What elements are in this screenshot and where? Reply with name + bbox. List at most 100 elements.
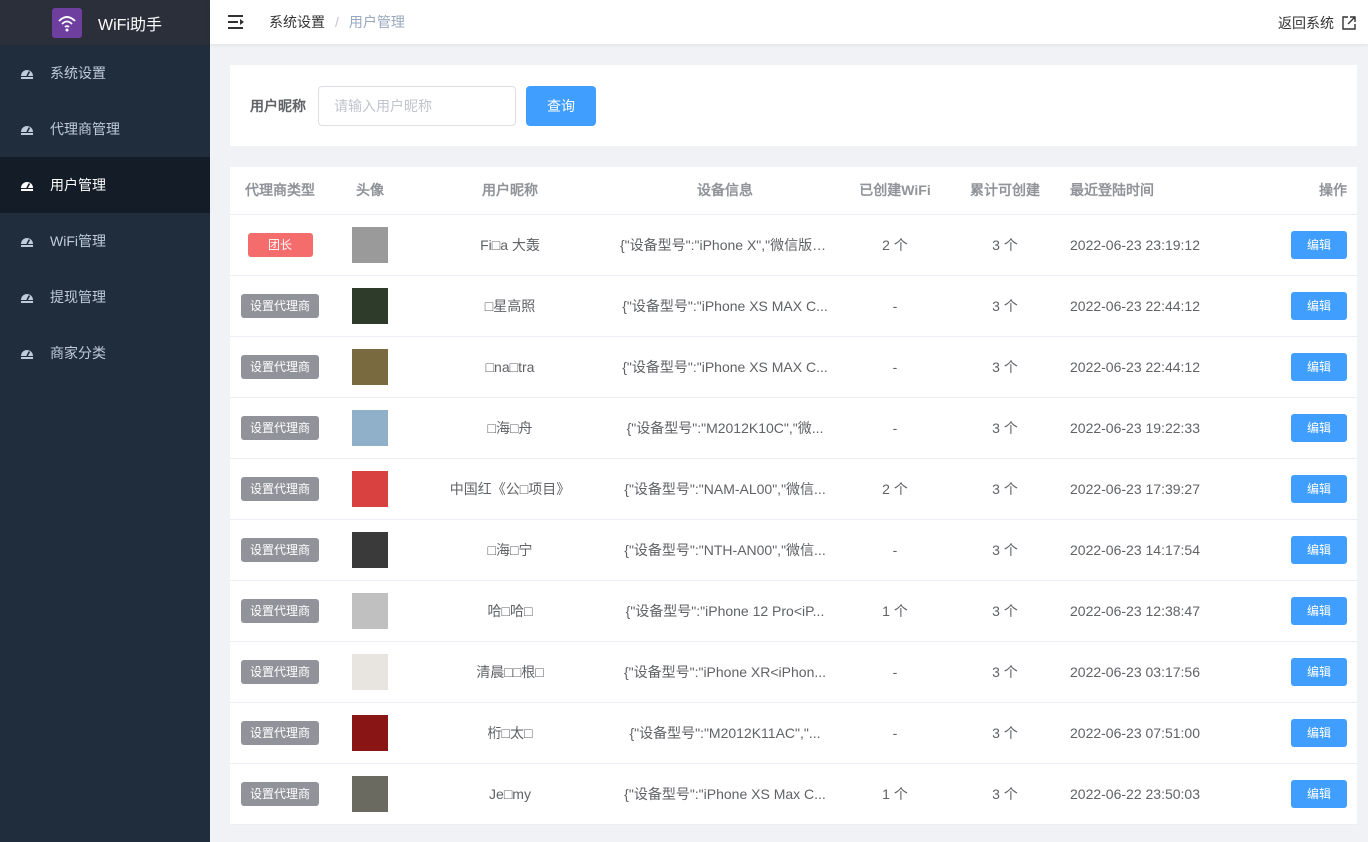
action-cell: 编辑 xyxy=(1240,519,1357,581)
device-info-cell: {"设备型号":"iPhone XS MAX C... xyxy=(610,275,840,337)
table-row: 设置代理商 Je□my {"设备型号":"iPhone XS Max C... 1 个… xyxy=(230,763,1357,825)
edit-button[interactable]: 编辑 xyxy=(1291,535,1347,564)
table-row: 设置代理商 清晨□□根□ {"设备型号":"iPhone XR<iPhon... -3… xyxy=(230,641,1357,703)
set-agent-button[interactable]: 设置代理商 xyxy=(240,598,319,623)
last-login-cell: 2022-06-23 14:17:54 xyxy=(1060,519,1240,581)
breadcrumb-item-current: 用户管理 xyxy=(348,14,405,30)
nickname-cell: Fi□a 大轰 xyxy=(410,214,610,276)
action-cell: 编辑 xyxy=(1240,397,1357,459)
sidebar-item-agent-management[interactable]: 代理商管理 xyxy=(0,101,210,157)
table-row: 设置代理商 □海□舟 {"设备型号":"M2012K10C","微... -3 个 20… xyxy=(230,397,1357,459)
breadcrumb: 系统设置 / 用户管理 xyxy=(269,12,405,32)
set-agent-button[interactable]: 设置代理商 xyxy=(240,293,319,318)
breadcrumb-item-settings[interactable]: 系统设置 xyxy=(269,12,325,32)
last-login-cell: 2022-06-23 22:44:12 xyxy=(1060,275,1240,337)
sidebar-item-wifi-management[interactable]: WiFi管理 xyxy=(0,213,210,269)
wifi-logo-icon xyxy=(52,7,82,38)
total-cell: 3 个 xyxy=(950,763,1060,825)
user-table: 代理商类型 头像 用户昵称 设备信息 已创建WiFi 累计可创建 最近登陆时间 … xyxy=(230,167,1357,825)
last-login-cell: 2022-06-23 19:22:33 xyxy=(1060,397,1240,459)
set-agent-button[interactable]: 设置代理商 xyxy=(240,415,319,440)
col-header-action: 操作 xyxy=(1240,167,1357,215)
action-cell: 编辑 xyxy=(1240,336,1357,398)
created-wifi-cell: - xyxy=(840,641,950,703)
nickname-cell: 中国红《公□项目》 xyxy=(410,458,610,520)
created-wifi-cell: - xyxy=(840,397,950,459)
action-cell: 编辑 xyxy=(1240,763,1357,825)
set-agent-button[interactable]: 设置代理商 xyxy=(240,720,319,745)
action-cell: 编辑 xyxy=(1240,458,1357,520)
return-system-label: 返回系统 xyxy=(1278,15,1334,31)
table-row: 设置代理商 □海□宁 {"设备型号":"NTH-AN00","微信... -3 个 20… xyxy=(230,519,1357,581)
agent-type-cell: 团长 xyxy=(230,214,330,276)
set-agent-button[interactable]: 设置代理商 xyxy=(240,354,319,379)
action-cell: 编辑 xyxy=(1240,275,1357,337)
last-login-cell: 2022-06-22 23:50:03 xyxy=(1060,763,1240,825)
total-cell: 3 个 xyxy=(950,458,1060,520)
avatar xyxy=(352,409,388,446)
app-title: WiFi助手 xyxy=(98,16,162,34)
nickname-cell: □na□tra xyxy=(410,336,610,398)
dashboard-icon xyxy=(20,290,34,304)
device-info-cell: {"设备型号":"M2012K11AC","... xyxy=(610,702,840,764)
top-header: 系统设置 / 用户管理 返回系统 xyxy=(210,0,1368,44)
nickname-cell: 哈□哈□ xyxy=(410,580,610,642)
total-cell: 3 个 xyxy=(950,580,1060,642)
edit-button[interactable]: 编辑 xyxy=(1291,596,1347,625)
agent-type-cell: 设置代理商 xyxy=(230,763,330,825)
set-agent-button[interactable]: 设置代理商 xyxy=(240,781,319,806)
total-cell: 3 个 xyxy=(950,641,1060,703)
set-agent-button[interactable]: 设置代理商 xyxy=(240,476,319,501)
edit-button[interactable]: 编辑 xyxy=(1291,352,1347,381)
avatar-cell xyxy=(330,641,410,703)
sidebar-item-label: WiFi管理 xyxy=(50,233,106,249)
avatar-cell xyxy=(330,702,410,764)
device-info-cell: {"设备型号":"iPhone 12 Pro<iP... xyxy=(610,580,840,642)
action-cell: 编辑 xyxy=(1240,580,1357,642)
created-wifi-cell: 2 个 xyxy=(840,214,950,276)
nickname-cell: □海□宁 xyxy=(410,519,610,581)
sidebar-item-label: 商家分类 xyxy=(50,345,106,361)
agent-type-cell: 设置代理商 xyxy=(230,275,330,337)
sidebar-item-label: 系统设置 xyxy=(50,65,106,81)
edit-button[interactable]: 编辑 xyxy=(1291,230,1347,259)
avatar-cell xyxy=(330,214,410,276)
edit-button[interactable]: 编辑 xyxy=(1291,291,1347,320)
sidebar-item-merchant-category[interactable]: 商家分类 xyxy=(0,325,210,381)
edit-button[interactable]: 编辑 xyxy=(1291,779,1347,808)
table-row: 设置代理商 哈□哈□ {"设备型号":"iPhone 12 Pro<iP... 1 个… xyxy=(230,580,1357,642)
return-system-link[interactable]: 返回系统 xyxy=(1278,13,1356,33)
avatar xyxy=(352,470,388,507)
total-cell: 3 个 xyxy=(950,214,1060,276)
sidebar-item-withdraw-management[interactable]: 提现管理 xyxy=(0,269,210,325)
external-link-icon xyxy=(1342,16,1356,30)
avatar xyxy=(352,226,388,263)
sidebar-item-user-management[interactable]: 用户管理 xyxy=(0,157,210,213)
agent-type-cell: 设置代理商 xyxy=(230,397,330,459)
nickname-cell: □星高照 xyxy=(410,275,610,337)
last-login-cell: 2022-06-23 07:51:00 xyxy=(1060,702,1240,764)
dashboard-icon xyxy=(20,346,34,360)
edit-button[interactable]: 编辑 xyxy=(1291,718,1347,747)
menu-fold-icon[interactable] xyxy=(228,15,245,29)
avatar-cell xyxy=(330,397,410,459)
agent-type-cell: 设置代理商 xyxy=(230,641,330,703)
edit-button[interactable]: 编辑 xyxy=(1291,413,1347,442)
agent-type-cell: 设置代理商 xyxy=(230,458,330,520)
edit-button[interactable]: 编辑 xyxy=(1291,657,1347,686)
sidebar-item-system-settings[interactable]: 系统设置 xyxy=(0,45,210,101)
sidebar-item-label: 代理商管理 xyxy=(50,121,120,137)
user-table-panel: 代理商类型 头像 用户昵称 设备信息 已创建WiFi 累计可创建 最近登陆时间 … xyxy=(230,167,1357,825)
table-row: 设置代理商 □na□tra {"设备型号":"iPhone XS MAX C... -… xyxy=(230,336,1357,398)
table-header-row: 代理商类型 头像 用户昵称 设备信息 已创建WiFi 累计可创建 最近登陆时间 … xyxy=(230,167,1357,215)
avatar-cell xyxy=(330,336,410,398)
set-agent-button[interactable]: 设置代理商 xyxy=(240,537,319,562)
edit-button[interactable]: 编辑 xyxy=(1291,474,1347,503)
set-agent-button[interactable]: 设置代理商 xyxy=(240,659,319,684)
created-wifi-cell: - xyxy=(840,336,950,398)
query-button[interactable]: 查询 xyxy=(526,85,596,126)
nickname-search-input[interactable] xyxy=(318,85,516,126)
leader-tag: 团长 xyxy=(247,232,313,257)
dashboard-icon xyxy=(20,178,34,192)
agent-type-cell: 设置代理商 xyxy=(230,580,330,642)
